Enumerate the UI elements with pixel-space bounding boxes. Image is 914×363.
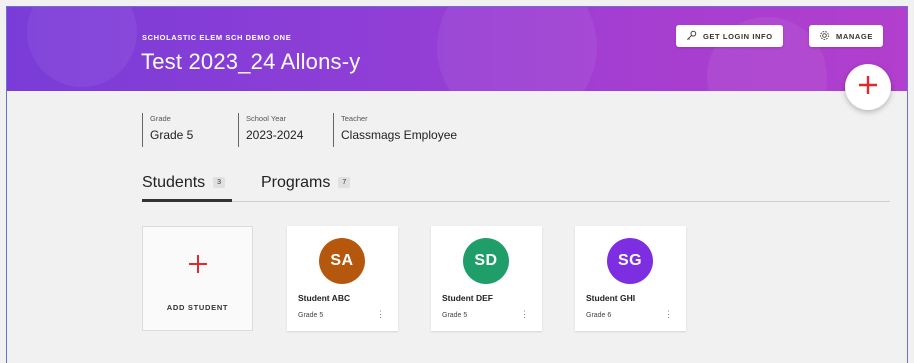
kebab-menu-icon[interactable]: ⋮	[664, 310, 673, 319]
plus-icon	[186, 252, 210, 276]
kebab-menu-icon[interactable]: ⋮	[376, 310, 385, 319]
tab-programs[interactable]: Programs 7	[261, 174, 351, 202]
student-card[interactable]: SD Student DEF Grade 5 ⋮	[431, 226, 542, 331]
programs-count-badge: 7	[338, 177, 351, 188]
gear-icon	[819, 30, 830, 43]
school-year-value: 2023-2024	[246, 128, 304, 142]
student-name: Student DEF	[442, 293, 493, 303]
tab-bar: Students 3 Programs 7	[142, 174, 890, 202]
header-decoration	[437, 7, 597, 91]
student-grade: Grade 6	[586, 312, 612, 319]
student-name: Student GHI	[586, 293, 636, 303]
avatar: SD	[463, 238, 509, 284]
school-year-info: School Year 2023-2024	[238, 113, 303, 147]
grade-value: Grade 5	[150, 128, 194, 142]
students-count-badge: 3	[213, 177, 226, 188]
add-student-label: ADD STUDENT	[166, 303, 229, 312]
plus-icon	[857, 74, 879, 101]
teacher-value: Classmags Employee	[341, 128, 458, 142]
tab-students-label: Students	[142, 174, 206, 191]
tab-programs-label: Programs	[261, 174, 331, 191]
school-name: SCHOLASTIC ELEM SCH DEMO ONE	[142, 33, 292, 42]
manage-label: MANAGE	[836, 31, 873, 41]
manage-button[interactable]: MANAGE	[809, 25, 883, 47]
school-year-label: School Year	[246, 114, 287, 123]
student-card[interactable]: SG Student GHI Grade 6 ⋮	[575, 226, 686, 331]
class-page: SCHOLASTIC ELEM SCH DEMO ONE Test 2023_2…	[6, 6, 908, 363]
header-decoration	[27, 7, 137, 87]
avatar: SG	[607, 238, 653, 284]
teacher-label: Teacher	[341, 114, 368, 123]
class-title: Test 2023_24 Allons-y	[141, 49, 361, 74]
get-login-info-label: GET LOGIN INFO	[703, 31, 773, 41]
add-fab-button[interactable]	[845, 64, 891, 110]
teacher-info: Teacher Classmags Employee	[333, 113, 457, 147]
student-grade: Grade 5	[298, 312, 324, 319]
student-grade: Grade 5	[442, 312, 468, 319]
grade-label: Grade	[150, 114, 171, 123]
class-header: SCHOLASTIC ELEM SCH DEMO ONE Test 2023_2…	[7, 7, 907, 91]
student-name: Student ABC	[298, 293, 351, 303]
get-login-info-button[interactable]: GET LOGIN INFO	[676, 25, 783, 47]
tab-students[interactable]: Students 3	[142, 174, 232, 202]
add-student-card[interactable]: ADD STUDENT	[142, 226, 253, 331]
kebab-menu-icon[interactable]: ⋮	[520, 310, 529, 319]
grade-info: Grade Grade 5	[142, 113, 193, 147]
student-card[interactable]: SA Student ABC Grade 5 ⋮	[287, 226, 398, 331]
key-icon	[686, 30, 697, 43]
avatar: SA	[319, 238, 365, 284]
